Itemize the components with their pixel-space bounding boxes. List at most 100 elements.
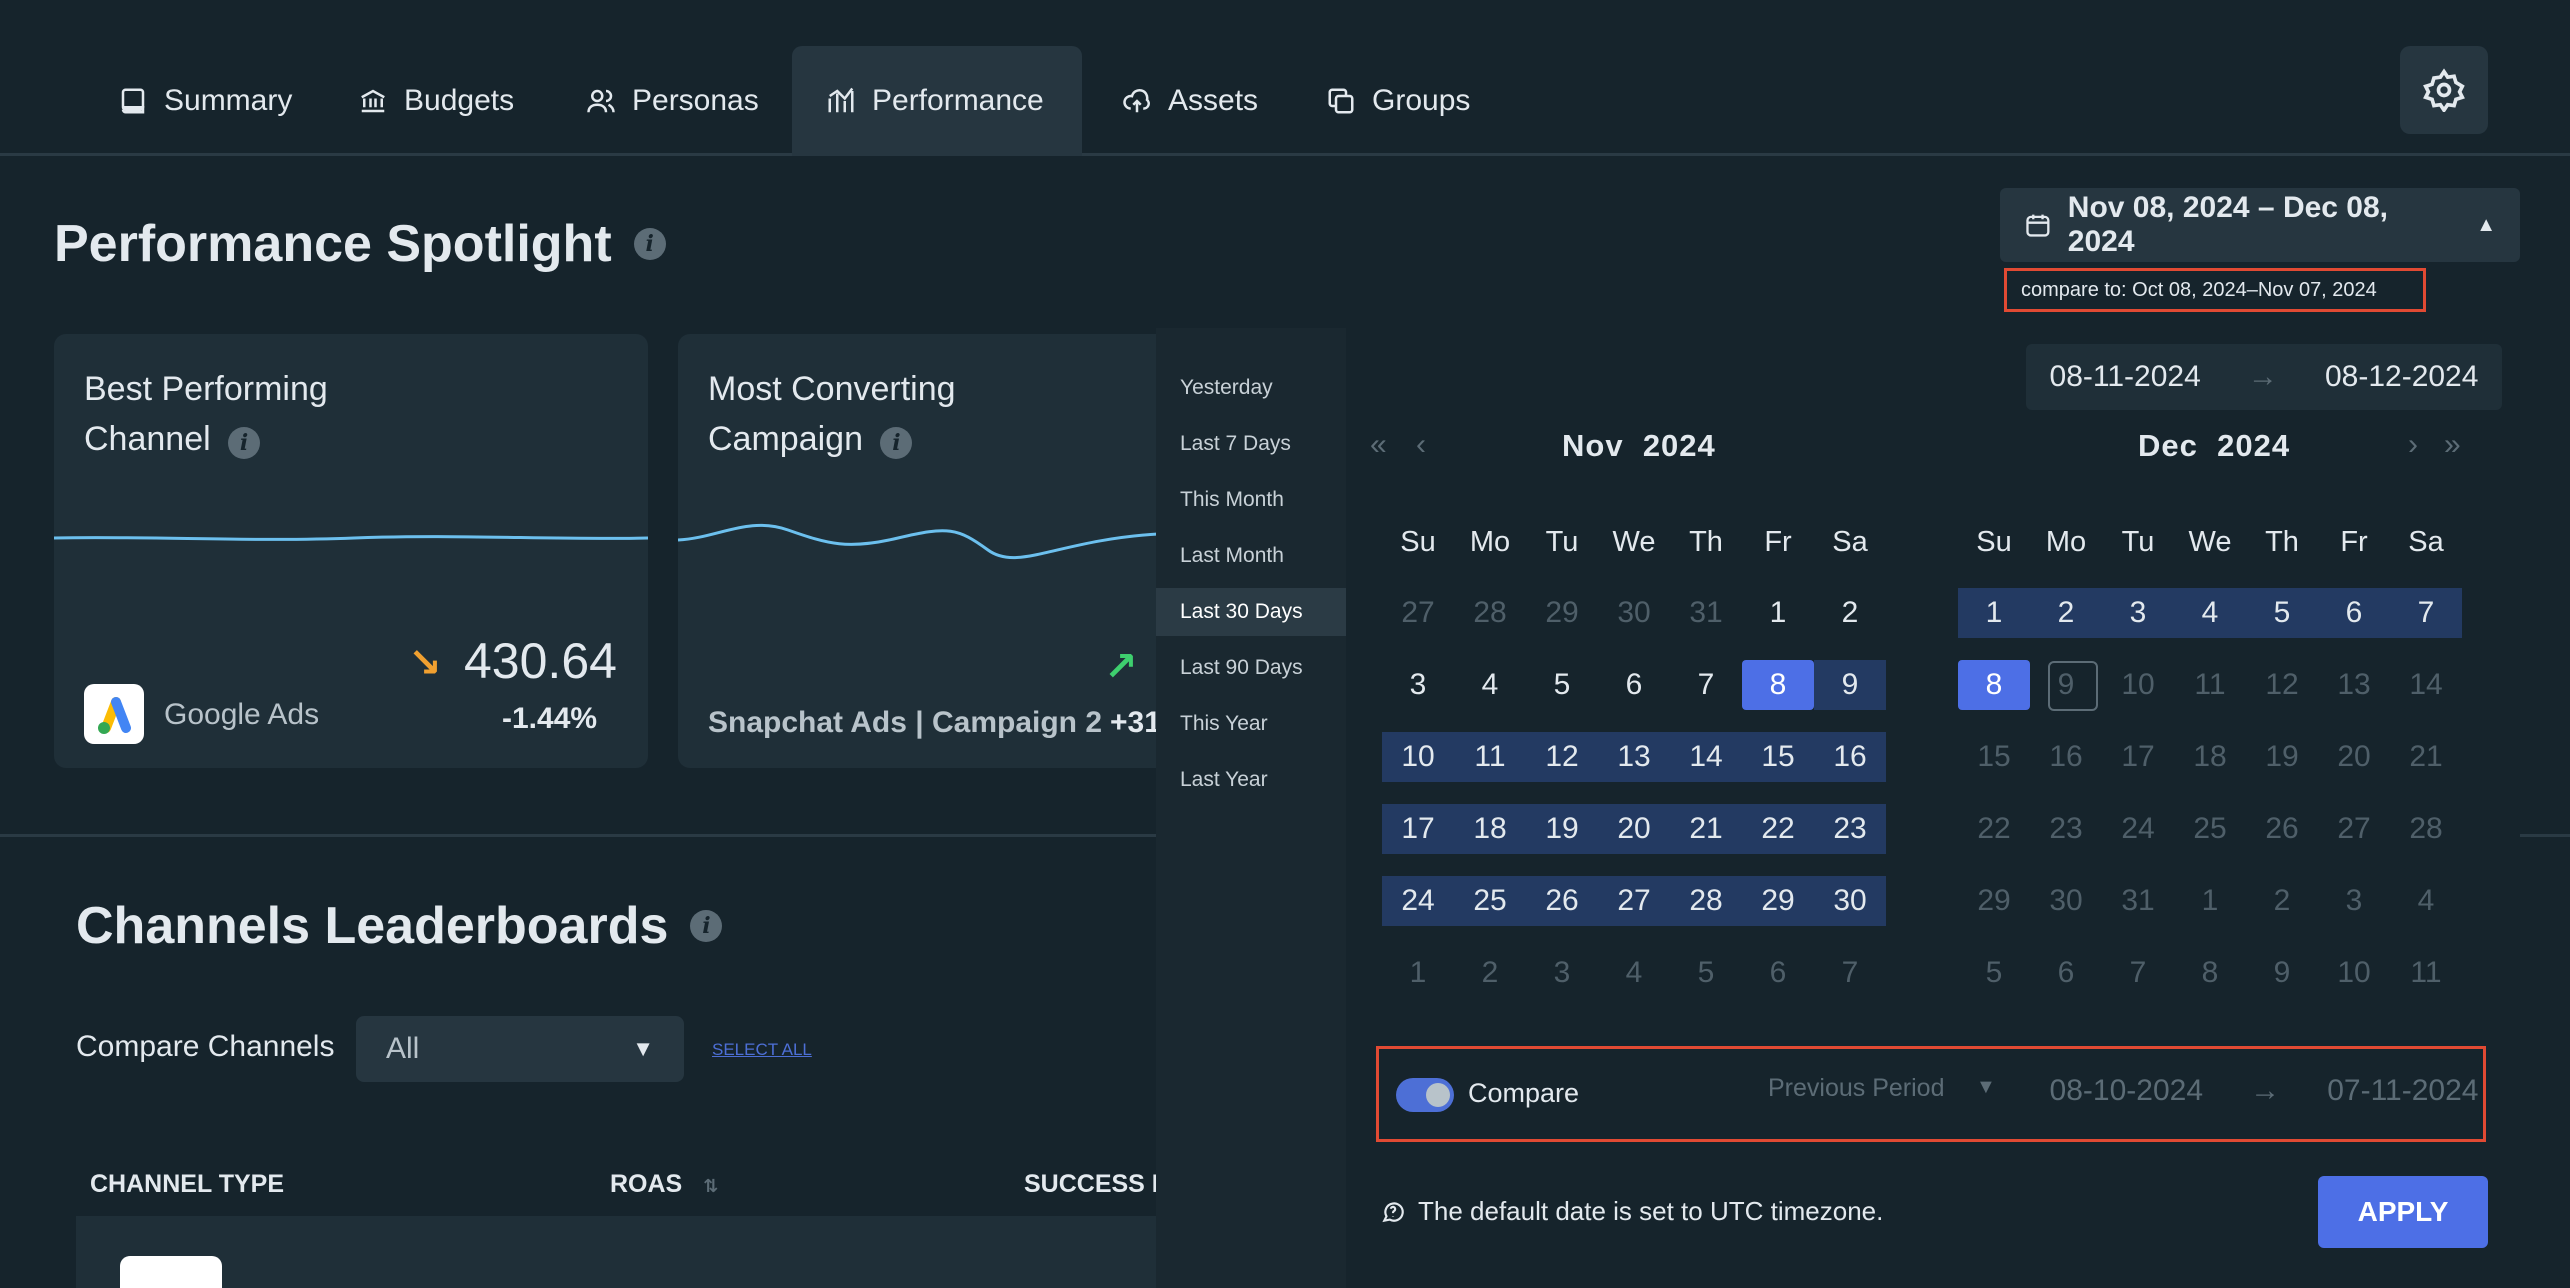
calendar-day[interactable]: 4 — [1598, 948, 1670, 998]
next-year-icon[interactable]: » — [2444, 428, 2461, 462]
calendar-day[interactable]: 13 — [1598, 732, 1670, 782]
calendar-day[interactable]: 9 — [1814, 660, 1886, 710]
calendar-day[interactable]: 4 — [2174, 588, 2246, 638]
info-icon[interactable]: i — [690, 910, 723, 942]
preset-item[interactable]: Last Month — [1156, 532, 1346, 580]
calendar-day[interactable]: 21 — [1670, 804, 1742, 854]
calendar-day[interactable]: 5 — [1958, 948, 2030, 998]
calendar-day[interactable]: 6 — [1742, 948, 1814, 998]
calendar-day[interactable]: 3 — [1526, 948, 1598, 998]
table-row[interactable] — [76, 1216, 1176, 1288]
calendar-day[interactable]: 19 — [2246, 732, 2318, 782]
info-icon[interactable]: i — [880, 427, 913, 459]
calendar-day[interactable]: 1 — [1958, 588, 2030, 638]
calendar-day[interactable]: 8 — [1742, 660, 1814, 710]
calendar-day[interactable]: 30 — [1814, 876, 1886, 926]
calendar-day[interactable]: 10 — [2102, 660, 2174, 710]
channel-select[interactable]: All ▼ — [356, 1016, 684, 1082]
calendar-day[interactable]: 28 — [1454, 588, 1526, 638]
calendar-day[interactable]: 2 — [2246, 876, 2318, 926]
calendar-day[interactable]: 2 — [1454, 948, 1526, 998]
calendar-day[interactable]: 3 — [2102, 588, 2174, 638]
calendar-day[interactable]: 8 — [1958, 660, 2030, 710]
calendar-day[interactable]: 2 — [2030, 588, 2102, 638]
calendar-day[interactable]: 2 — [1814, 588, 1886, 638]
date-range-inputs[interactable]: 08-11-2024 → 08-12-2024 — [2026, 344, 2502, 410]
calendar-day[interactable]: 17 — [1382, 804, 1454, 854]
calendar-day[interactable]: 27 — [1598, 876, 1670, 926]
select-all-link[interactable]: SELECT ALL — [712, 1040, 812, 1060]
calendar-day[interactable]: 22 — [1958, 804, 2030, 854]
prev-year-icon[interactable]: « — [1370, 428, 1387, 462]
date-range-button[interactable]: Nov 08, 2024 – Dec 08, 2024 ▲ — [2000, 188, 2520, 262]
compare-end-input[interactable]: 07-11-2024 — [2327, 1074, 2478, 1108]
calendar-day[interactable]: 16 — [1814, 732, 1886, 782]
prev-month-icon[interactable]: ‹ — [1416, 428, 1426, 462]
calendar-day[interactable]: 30 — [1598, 588, 1670, 638]
calendar-day[interactable]: 21 — [2390, 732, 2462, 782]
start-date-input[interactable]: 08-11-2024 — [2050, 360, 2201, 394]
preset-item[interactable]: Last Year — [1156, 756, 1346, 804]
calendar-day[interactable]: 14 — [1670, 732, 1742, 782]
calendar-day[interactable]: 24 — [1382, 876, 1454, 926]
tab-summary[interactable]: Summary — [86, 46, 324, 156]
preset-item[interactable]: Yesterday — [1156, 364, 1346, 412]
calendar-day[interactable]: 11 — [2390, 948, 2462, 998]
calendar-day[interactable]: 22 — [1742, 804, 1814, 854]
calendar-day[interactable]: 10 — [2318, 948, 2390, 998]
calendar-day[interactable]: 11 — [2174, 660, 2246, 710]
end-date-input[interactable]: 08-12-2024 — [2325, 360, 2478, 394]
calendar-day[interactable]: 5 — [1670, 948, 1742, 998]
calendar-day[interactable]: 3 — [1382, 660, 1454, 710]
calendar-day[interactable]: 1 — [2174, 876, 2246, 926]
calendar-day[interactable]: 20 — [2318, 732, 2390, 782]
calendar-day[interactable]: 31 — [2102, 876, 2174, 926]
settings-button[interactable] — [2400, 46, 2488, 134]
calendar-day[interactable]: 6 — [2030, 948, 2102, 998]
tab-groups[interactable]: Groups — [1294, 46, 1502, 156]
calendar-day[interactable]: 28 — [2390, 804, 2462, 854]
calendar-day[interactable]: 9 — [2030, 660, 2102, 711]
calendar-day[interactable]: 18 — [1454, 804, 1526, 854]
info-icon[interactable]: i — [228, 427, 261, 459]
calendar-day[interactable]: 26 — [1526, 876, 1598, 926]
info-icon[interactable]: i — [633, 228, 666, 260]
calendar-day[interactable]: 26 — [2246, 804, 2318, 854]
calendar-day[interactable]: 12 — [2246, 660, 2318, 710]
sort-icon[interactable]: ⇅ — [703, 1176, 718, 1196]
calendar-day[interactable]: 15 — [1958, 732, 2030, 782]
calendar-day[interactable]: 7 — [1670, 660, 1742, 710]
calendar-day[interactable]: 13 — [2318, 660, 2390, 710]
calendar-day[interactable]: 7 — [2102, 948, 2174, 998]
compare-start-input[interactable]: 08-10-2024 — [2050, 1074, 2203, 1108]
calendar-day[interactable]: 14 — [2390, 660, 2462, 710]
next-month-icon[interactable]: › — [2408, 428, 2418, 462]
calendar-day[interactable]: 6 — [1598, 660, 1670, 710]
tab-budgets[interactable]: Budgets — [326, 46, 546, 156]
calendar-day[interactable]: 5 — [2246, 588, 2318, 638]
calendar-day[interactable]: 23 — [2030, 804, 2102, 854]
calendar-day[interactable]: 20 — [1598, 804, 1670, 854]
calendar-day[interactable]: 29 — [1958, 876, 2030, 926]
calendar-day[interactable]: 10 — [1382, 732, 1454, 782]
calendar-day[interactable]: 1 — [1742, 588, 1814, 638]
calendar-day[interactable]: 5 — [1526, 660, 1598, 710]
calendar-day[interactable]: 6 — [2318, 588, 2390, 638]
calendar-day[interactable]: 30 — [2030, 876, 2102, 926]
preset-item[interactable]: This Month — [1156, 476, 1346, 524]
apply-button[interactable]: APPLY — [2318, 1176, 2488, 1248]
calendar-day[interactable]: 29 — [1742, 876, 1814, 926]
calendar-day[interactable]: 25 — [1454, 876, 1526, 926]
calendar-day[interactable]: 12 — [1526, 732, 1598, 782]
calendar-day[interactable]: 4 — [1454, 660, 1526, 710]
tab-personas[interactable]: Personas — [554, 46, 791, 156]
compare-date-inputs[interactable]: 08-10-2024 → 07-11-2024 — [2026, 1058, 2502, 1124]
calendar-day[interactable]: 3 — [2318, 876, 2390, 926]
calendar-day[interactable]: 18 — [2174, 732, 2246, 782]
calendar-day[interactable]: 7 — [1814, 948, 1886, 998]
calendar-day[interactable]: 17 — [2102, 732, 2174, 782]
calendar-day[interactable]: 8 — [2174, 948, 2246, 998]
preset-item[interactable]: Last 30 Days — [1156, 588, 1346, 636]
calendar-day[interactable]: 31 — [1670, 588, 1742, 638]
tab-performance[interactable]: Performance — [792, 46, 1082, 156]
